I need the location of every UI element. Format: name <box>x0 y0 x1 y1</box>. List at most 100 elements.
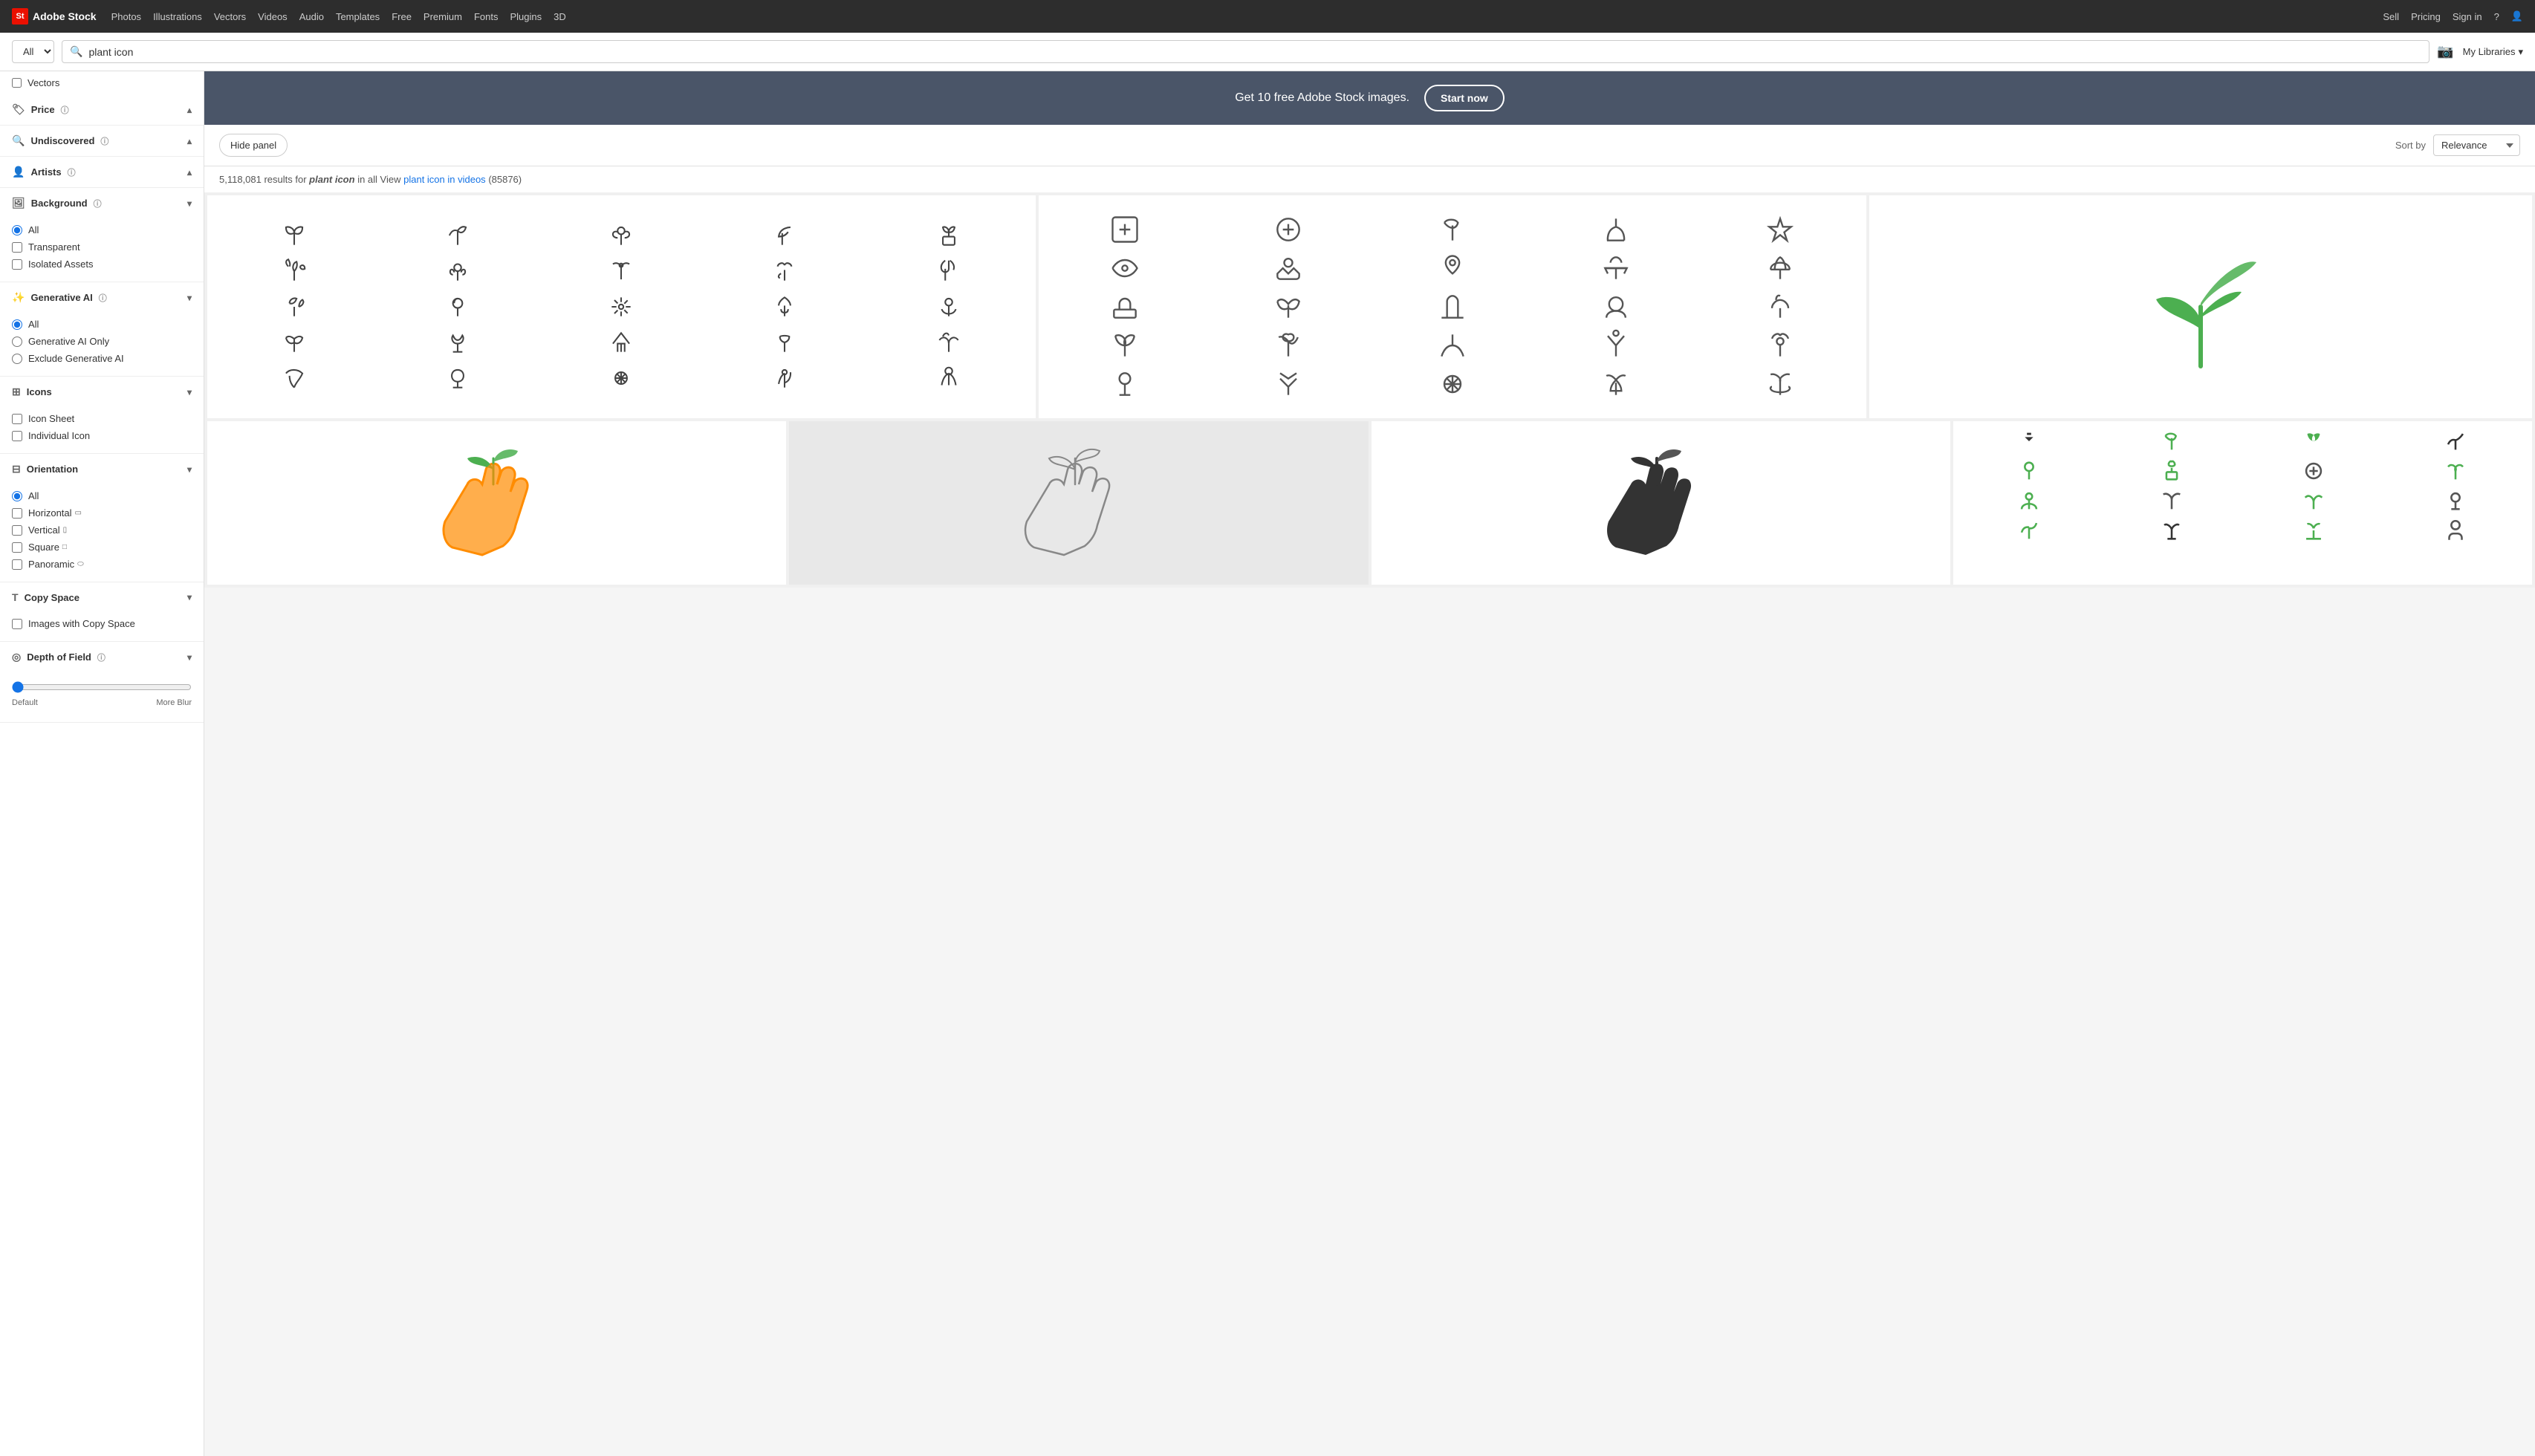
plant-icon-16 <box>216 328 372 357</box>
orientation-vertical-checkbox[interactable] <box>12 525 22 536</box>
vectors-label[interactable]: Vectors <box>27 77 59 88</box>
my-libraries-button[interactable]: My Libraries ▾ <box>2463 46 2523 58</box>
copy-space-section-header[interactable]: T Copy Space ▾ <box>0 582 204 612</box>
dark-hand-plant-panel[interactable] <box>1372 421 1950 585</box>
multi-green-icon-panel[interactable] <box>1953 421 2532 585</box>
depth-of-field-info-icon[interactable]: ⓘ <box>97 651 106 663</box>
top-navigation: St Adobe Stock Photos Illustrations Vect… <box>0 0 2535 33</box>
gen-ai-exclude-radio[interactable] <box>12 354 22 364</box>
icon-sheet-checkbox[interactable] <box>12 414 22 424</box>
copy-space-collapse-icon: ▾ <box>187 592 192 602</box>
nav-premium[interactable]: Premium <box>423 11 462 22</box>
vectors-checkbox[interactable] <box>12 78 22 88</box>
icons-section-header[interactable]: ⊞ Icons ▾ <box>0 377 204 407</box>
nav-sign-in[interactable]: Sign in <box>2453 11 2482 22</box>
price-info-icon[interactable]: ⓘ <box>61 104 69 116</box>
visual-search-icon[interactable]: 📷 <box>2437 44 2453 59</box>
background-transparent-label[interactable]: Transparent <box>28 241 80 253</box>
video-results-link[interactable]: plant icon in videos <box>403 174 486 185</box>
icons-header-left: ⊞ Icons <box>12 386 52 398</box>
individual-icon-label[interactable]: Individual Icon <box>28 430 90 441</box>
depth-of-field-section-header[interactable]: ◎ Depth of Field ⓘ ▾ <box>0 642 204 672</box>
artists-section-header[interactable]: 👤 Artists ⓘ ▴ <box>0 157 204 187</box>
generative-ai-label: Generative AI <box>30 292 92 303</box>
orientation-panoramic-checkbox[interactable] <box>12 559 22 570</box>
background-info-icon[interactable]: ⓘ <box>94 198 102 209</box>
adobe-stock-logo[interactable]: St Adobe Stock <box>12 8 97 25</box>
sort-select[interactable]: Relevance Most Recent Most Popular <box>2433 134 2520 156</box>
start-now-button[interactable]: Start now <box>1424 85 1505 111</box>
orientation-section-header[interactable]: ⊟ Orientation ▾ <box>0 454 204 484</box>
individual-icon-checkbox[interactable] <box>12 431 22 441</box>
gen-ai-exclude-label[interactable]: Exclude Generative AI <box>28 353 124 364</box>
orientation-horizontal-label[interactable]: Horizontal ▭ <box>28 507 82 519</box>
orientation-panoramic-label[interactable]: Panoramic ⬭ <box>28 559 84 570</box>
copy-space-icon: T <box>12 591 19 603</box>
icon-grid-panel-1[interactable] <box>207 195 1036 418</box>
orientation-square-checkbox[interactable] <box>12 542 22 553</box>
depth-of-field-slider[interactable] <box>12 681 192 693</box>
orientation-vertical-label[interactable]: Vertical ▯ <box>28 524 67 536</box>
nav-vectors[interactable]: Vectors <box>214 11 246 22</box>
gen-ai-all-radio[interactable] <box>12 319 22 330</box>
gen-ai-only-radio[interactable] <box>12 337 22 347</box>
g-icon-12 <box>1210 290 1368 323</box>
undiscovered-info-icon[interactable]: ⓘ <box>100 135 108 147</box>
nav-sell[interactable]: Sell <box>2383 11 2399 22</box>
price-section-header[interactable]: 🏷 Price ⓘ ▴ <box>0 94 204 125</box>
nav-audio[interactable]: Audio <box>299 11 324 22</box>
background-isolated-label[interactable]: Isolated Assets <box>28 259 93 270</box>
nav-user-icon[interactable]: 👤 <box>2511 10 2523 22</box>
copy-space-images-label[interactable]: Images with Copy Space <box>28 618 135 629</box>
gen-ai-only-label[interactable]: Generative AI Only <box>28 336 109 347</box>
generative-ai-info-icon[interactable]: ⓘ <box>99 292 107 304</box>
nav-illustrations[interactable]: Illustrations <box>153 11 202 22</box>
g-icon-4 <box>1537 213 1695 246</box>
orientation-all-radio[interactable] <box>12 491 22 501</box>
undiscovered-section-header[interactable]: 🔍 Undiscovered ⓘ ▴ <box>0 126 204 156</box>
content-toolbar: Hide panel Sort by Relevance Most Recent… <box>204 125 2535 166</box>
depth-label-default: Default <box>12 698 38 707</box>
background-all-label[interactable]: All <box>28 224 39 235</box>
nav-fonts[interactable]: Fonts <box>474 11 499 22</box>
nav-pricing[interactable]: Pricing <box>2411 11 2441 22</box>
gray-hand-plant-panel[interactable] <box>789 421 1368 585</box>
nav-free[interactable]: Free <box>392 11 412 22</box>
sidebar-orientation-section: ⊟ Orientation ▾ All Horizontal ▭ Vertica… <box>0 454 204 582</box>
sidebar-copy-space-section: T Copy Space ▾ Images with Copy Space <box>0 582 204 642</box>
nav-plugins[interactable]: Plugins <box>510 11 542 22</box>
orientation-all-label[interactable]: All <box>28 490 39 501</box>
g-icon-5 <box>1701 213 1860 246</box>
copy-space-section-body: Images with Copy Space <box>0 612 204 641</box>
nav-templates[interactable]: Templates <box>336 11 380 22</box>
copy-space-checkbox[interactable] <box>12 619 22 629</box>
background-section-header[interactable]: 🖼 Background ⓘ ▾ <box>0 188 204 218</box>
depth-label-blur: More Blur <box>156 698 192 707</box>
generative-ai-section-header[interactable]: ✨ Generative AI ⓘ ▾ <box>0 282 204 313</box>
plant-icon-17 <box>380 328 536 357</box>
icon-grid-panel-2[interactable] <box>1039 195 1867 418</box>
orientation-square-label[interactable]: Square □ <box>28 542 67 553</box>
orientation-horizontal-checkbox[interactable] <box>12 508 22 519</box>
nav-photos[interactable]: Photos <box>111 11 141 22</box>
search-input[interactable] <box>88 46 2421 58</box>
plant-icon-12 <box>380 293 536 321</box>
background-isolated-checkbox[interactable] <box>12 259 22 270</box>
icons-section-body: Icon Sheet Individual Icon <box>0 407 204 453</box>
hide-panel-button[interactable]: Hide panel <box>219 134 288 157</box>
copy-space-header-left: T Copy Space <box>12 591 79 603</box>
search-type-select[interactable]: All <box>12 40 54 63</box>
nav-help-icon[interactable]: ? <box>2494 11 2499 22</box>
depth-of-field-header-left: ◎ Depth of Field ⓘ <box>12 651 106 663</box>
artists-info-icon[interactable]: ⓘ <box>68 166 76 178</box>
nav-videos[interactable]: Videos <box>258 11 288 22</box>
green-hand-plant-panel[interactable] <box>207 421 786 585</box>
large-sprout-panel[interactable] <box>1869 195 2532 418</box>
background-all-radio[interactable] <box>12 225 22 235</box>
results-context: in all <box>357 174 380 185</box>
gen-ai-all-label[interactable]: All <box>28 319 39 330</box>
nav-3d[interactable]: 3D <box>554 11 566 22</box>
mg-icon-11 <box>2245 488 2382 513</box>
background-transparent-checkbox[interactable] <box>12 242 22 253</box>
icon-sheet-label[interactable]: Icon Sheet <box>28 413 74 424</box>
